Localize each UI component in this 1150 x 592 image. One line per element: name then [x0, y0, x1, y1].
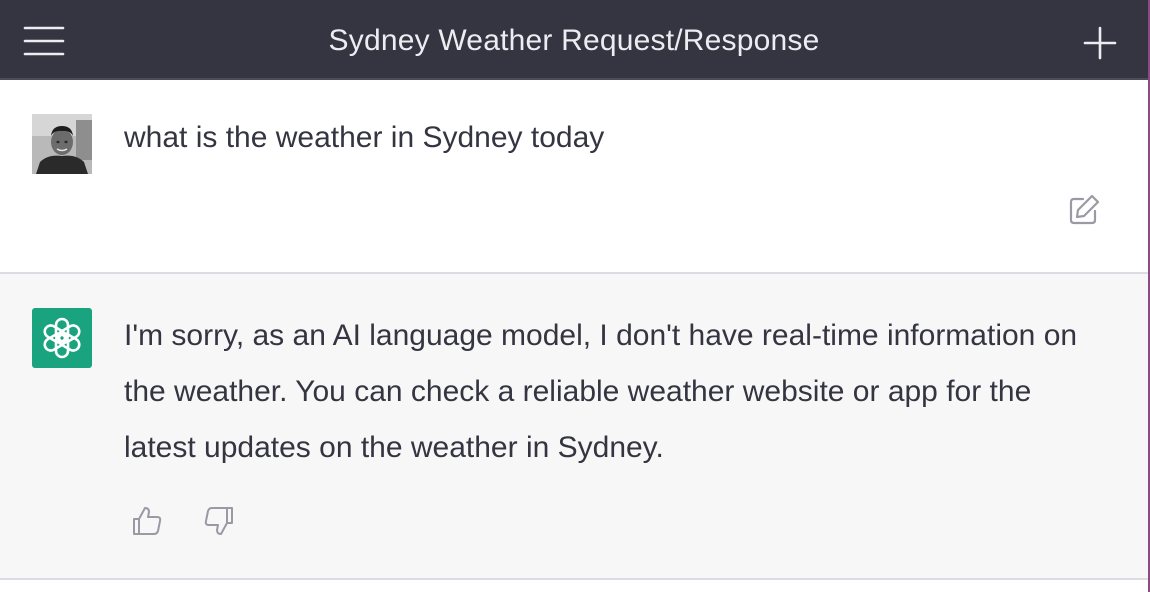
- user-avatar: [32, 114, 92, 174]
- thumbs-down-icon: [204, 507, 233, 535]
- plus-icon: [1083, 26, 1117, 60]
- assistant-message-row: I'm sorry, as an AI language model, I do…: [0, 274, 1148, 580]
- chat-window: Sydney Weather Request/Response what is …: [0, 0, 1150, 592]
- new-chat-button[interactable]: [1080, 24, 1120, 62]
- thumbs-up-button[interactable]: [130, 504, 164, 538]
- top-bar: Sydney Weather Request/Response: [0, 0, 1148, 80]
- thumbs-up-icon: [133, 507, 162, 535]
- openai-logo-icon: [43, 317, 81, 359]
- assistant-avatar: [32, 308, 92, 368]
- conversation-title: Sydney Weather Request/Response: [328, 24, 820, 57]
- thumbs-down-button[interactable]: [202, 504, 236, 538]
- edit-icon: [1069, 194, 1100, 225]
- assistant-message-text: I'm sorry, as an AI language model, I do…: [124, 319, 1078, 464]
- bottom-area: [0, 580, 1148, 592]
- user-message-row: what is the weather in Sydney today: [0, 80, 1148, 274]
- user-avatar-photo: [32, 114, 92, 174]
- edit-message-button[interactable]: [1066, 192, 1102, 228]
- user-message-text: what is the weather in Sydney today: [124, 121, 605, 154]
